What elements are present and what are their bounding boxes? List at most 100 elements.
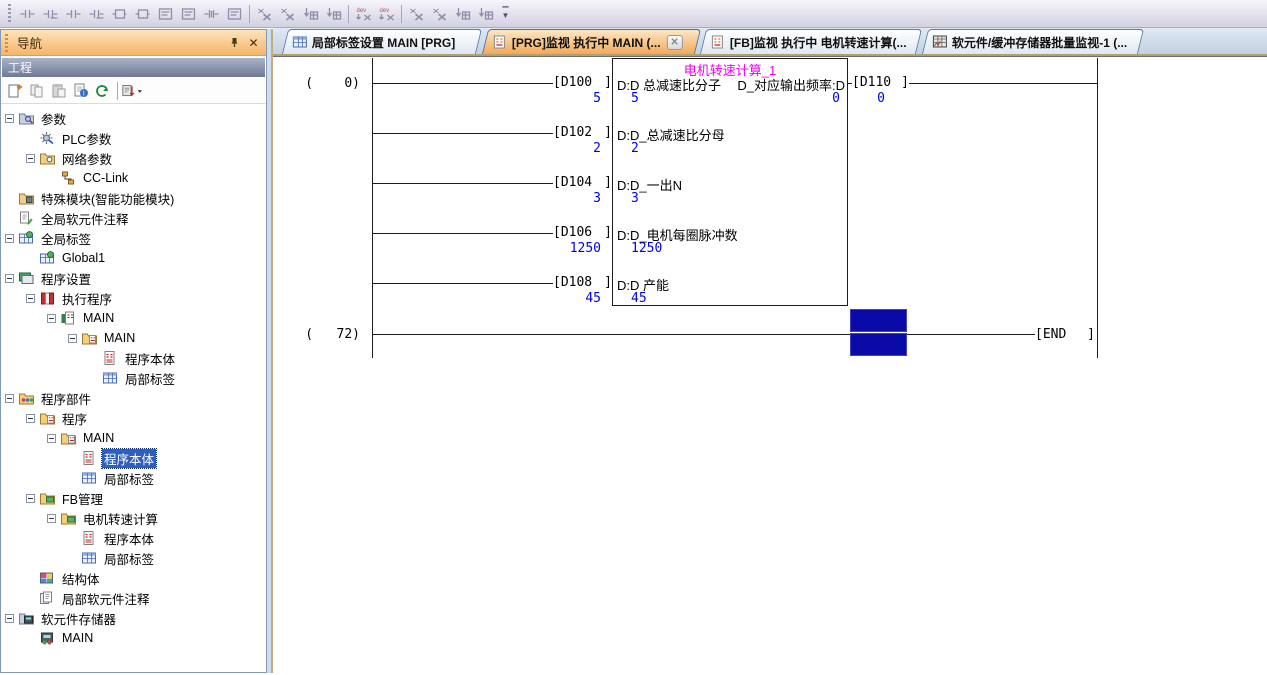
- tree-item-MAIN[interactable]: MAIN: [26, 628, 95, 648]
- tree-item-程序[interactable]: 程序: [26, 408, 89, 428]
- data-info-icon[interactable]: i: [70, 80, 92, 101]
- tree-item-MAIN[interactable]: MAIN: [47, 308, 116, 328]
- tab-close-icon[interactable]: ✕: [667, 35, 683, 50]
- output-operand-cell[interactable]: [D110]: [852, 75, 909, 90]
- tree-expander[interactable]: [5, 234, 14, 243]
- operand-cell-D104[interactable]: [D104]: [553, 175, 612, 190]
- application-instruction-icon[interactable]: [131, 3, 154, 25]
- tree-item-局部标签[interactable]: 局部标签: [89, 368, 177, 388]
- coil-icon[interactable]: [108, 3, 131, 25]
- project-header: 工程: [2, 58, 265, 77]
- progpage-icon: [81, 451, 98, 465]
- devchip-icon: [39, 631, 56, 645]
- tree-expander[interactable]: [47, 514, 56, 523]
- device-test-set-icon[interactable]: [299, 3, 322, 25]
- tree-item-全局标签[interactable]: 全局标签: [5, 228, 93, 248]
- tree-item-程序设置[interactable]: 程序设置: [5, 268, 93, 288]
- device-test-on-icon[interactable]: [253, 3, 276, 25]
- tree-item-局部软元件注释[interactable]: 局部软元件注释: [26, 588, 152, 608]
- panel-grip[interactable]: [5, 34, 8, 52]
- ladder-editor[interactable]: ( 0) ( 72) 电机转速计算_1 [D100]5D:D 总减速比分子5[D…: [273, 56, 1267, 675]
- forced-register-icon[interactable]: [474, 3, 497, 25]
- tree-item-参数[interactable]: 参数: [5, 108, 68, 128]
- device-monitor-icon[interactable]: dev: [352, 3, 375, 25]
- tree-item-网络参数[interactable]: 网络参数: [26, 148, 114, 168]
- inline-st-box-icon[interactable]: [154, 3, 177, 25]
- tree-item-Global1[interactable]: Global1: [26, 248, 107, 268]
- device-batch-test-icon[interactable]: [322, 3, 345, 25]
- tree-expander[interactable]: [26, 154, 35, 163]
- svg-text:dev: dev: [380, 8, 390, 14]
- tree-item-程序本体[interactable]: 程序本体: [68, 528, 156, 548]
- tree-expander[interactable]: [5, 114, 14, 123]
- tree-item-局部标签[interactable]: 局部标签: [68, 548, 156, 568]
- tree-item-PLC参数[interactable]: PLC参数: [26, 128, 113, 148]
- tree-expander[interactable]: [26, 414, 35, 423]
- copy-icon[interactable]: [26, 80, 48, 101]
- tab-2[interactable]: [PRG]监视 执行中 MAIN (...✕: [482, 29, 701, 54]
- tree-item-label: 全局标签: [39, 229, 93, 248]
- tree-expander[interactable]: [26, 294, 35, 303]
- tree-item-电机转速计算[interactable]: 电机转速计算: [47, 508, 160, 528]
- device-test-off-icon[interactable]: [276, 3, 299, 25]
- tree-item-程序本体[interactable]: 程序本体: [68, 448, 156, 468]
- forced-on-icon[interactable]: [405, 3, 428, 25]
- operand-cell-D100[interactable]: [D100]: [553, 75, 612, 90]
- edit-box-icon[interactable]: [177, 3, 200, 25]
- tab-1[interactable]: 局部标签设置 MAIN [PRG]: [282, 29, 482, 54]
- sort-icon[interactable]: [121, 80, 143, 101]
- tree-item-程序本体[interactable]: 程序本体: [89, 348, 177, 368]
- forced-set-icon[interactable]: [451, 3, 474, 25]
- pulse-contact-icon[interactable]: [200, 3, 223, 25]
- tree-expander[interactable]: [5, 394, 14, 403]
- tree-item-MAIN[interactable]: MAIN: [47, 428, 116, 448]
- paste-icon[interactable]: [48, 80, 70, 101]
- close-icon[interactable]: ✕: [245, 35, 262, 51]
- open-contact-icon[interactable]: [16, 3, 39, 25]
- output-operand-value: 0: [852, 91, 885, 106]
- pin-icon[interactable]: [226, 35, 243, 51]
- tree-item-执行程序[interactable]: 执行程序: [26, 288, 114, 308]
- toolbar-grip[interactable]: [8, 4, 11, 24]
- instruction-list-icon[interactable]: [223, 3, 246, 25]
- fb-output-pin-value: 0: [793, 91, 840, 106]
- tree-item-软元件存储器[interactable]: 软元件存储器: [5, 608, 118, 628]
- tree-expander[interactable]: [47, 434, 56, 443]
- tree-expander[interactable]: [5, 274, 14, 283]
- open-branch-icon[interactable]: [39, 3, 62, 25]
- ladder-cursor-cell-top[interactable]: [850, 309, 907, 332]
- labeltable-icon: [81, 551, 98, 565]
- progfolder-icon: [39, 411, 56, 425]
- tree-item-MAIN[interactable]: MAIN: [68, 328, 137, 348]
- toolbar-overflow-icon[interactable]: ▔▼: [499, 3, 512, 25]
- close-branch-icon[interactable]: [85, 3, 108, 25]
- toolbar-separator: [249, 5, 250, 23]
- ladder-cursor-cell-bottom[interactable]: [850, 333, 907, 356]
- tree-item-FB管理[interactable]: FB管理: [26, 488, 105, 508]
- tree-expander[interactable]: [26, 494, 35, 503]
- tree-item-程序部件[interactable]: 程序部件: [5, 388, 93, 408]
- tree-expander[interactable]: [68, 334, 77, 343]
- refresh-icon[interactable]: [92, 80, 114, 101]
- device-register-monitor-icon[interactable]: dev: [375, 3, 398, 25]
- globaltable-icon: [39, 251, 56, 265]
- tab-3[interactable]: [FB]监视 执行中 电机转速计算(...: [700, 29, 922, 54]
- operand-cell-D108[interactable]: [D108]: [553, 275, 612, 290]
- tree-item-特殊模块(智能功能模块)[interactable]: 特殊模块(智能功能模块): [5, 188, 176, 208]
- forced-off-icon[interactable]: [428, 3, 451, 25]
- new-data-icon[interactable]: [4, 80, 26, 101]
- close-contact-icon[interactable]: [62, 3, 85, 25]
- tree-expander[interactable]: [47, 314, 56, 323]
- tree-item-全局软元件注释[interactable]: 全局软元件注释: [5, 208, 131, 228]
- operand-cell-D106[interactable]: [D106]: [553, 225, 612, 240]
- tree-expander[interactable]: [5, 614, 14, 623]
- fb-input-pin-value: 1250: [631, 241, 665, 256]
- tab-4[interactable]: 软元件/缓冲存储器批量监视-1 (...: [922, 29, 1144, 54]
- input-wire-D106: [372, 233, 553, 234]
- navigation-panel: 导航 ✕ 工程 i 参数PLC参数网络参数CC-Link特殊模块(智能功能模块)…: [0, 29, 267, 673]
- tree-item-CC-Link[interactable]: CC-Link: [47, 168, 130, 188]
- tree-item-局部标签[interactable]: 局部标签: [68, 468, 156, 488]
- end-instruction-cell[interactable]: [END]: [1035, 327, 1095, 342]
- operand-cell-D102[interactable]: [D102]: [553, 125, 612, 140]
- tree-item-结构体[interactable]: 结构体: [26, 568, 102, 588]
